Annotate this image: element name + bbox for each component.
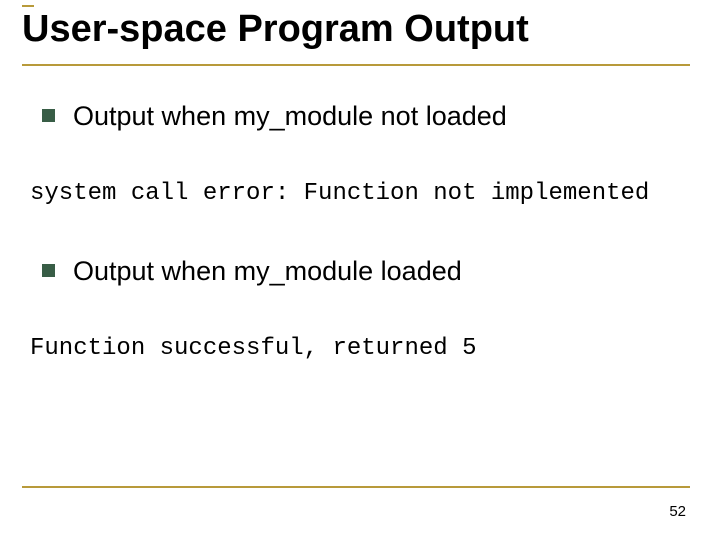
footer-rule: [22, 486, 690, 488]
title-underline: [22, 64, 690, 66]
code-output: system call error: Function not implemen…: [30, 180, 680, 207]
square-bullet-icon: [42, 109, 55, 122]
slide: User-space Program Output Output when my…: [0, 0, 720, 540]
title-top-tick: [22, 5, 34, 7]
slide-title: User-space Program Output: [22, 8, 698, 61]
slide-body: Output when my_module not loaded system …: [30, 100, 680, 410]
bullet-text: Output when my_module loaded: [73, 255, 462, 289]
code-output: Function successful, returned 5: [30, 335, 680, 362]
bullet-item: Output when my_module loaded: [42, 255, 680, 289]
square-bullet-icon: [42, 264, 55, 277]
bullet-item: Output when my_module not loaded: [42, 100, 680, 134]
page-number: 52: [669, 503, 686, 520]
title-container: User-space Program Output: [22, 8, 698, 61]
bullet-text: Output when my_module not loaded: [73, 100, 507, 134]
